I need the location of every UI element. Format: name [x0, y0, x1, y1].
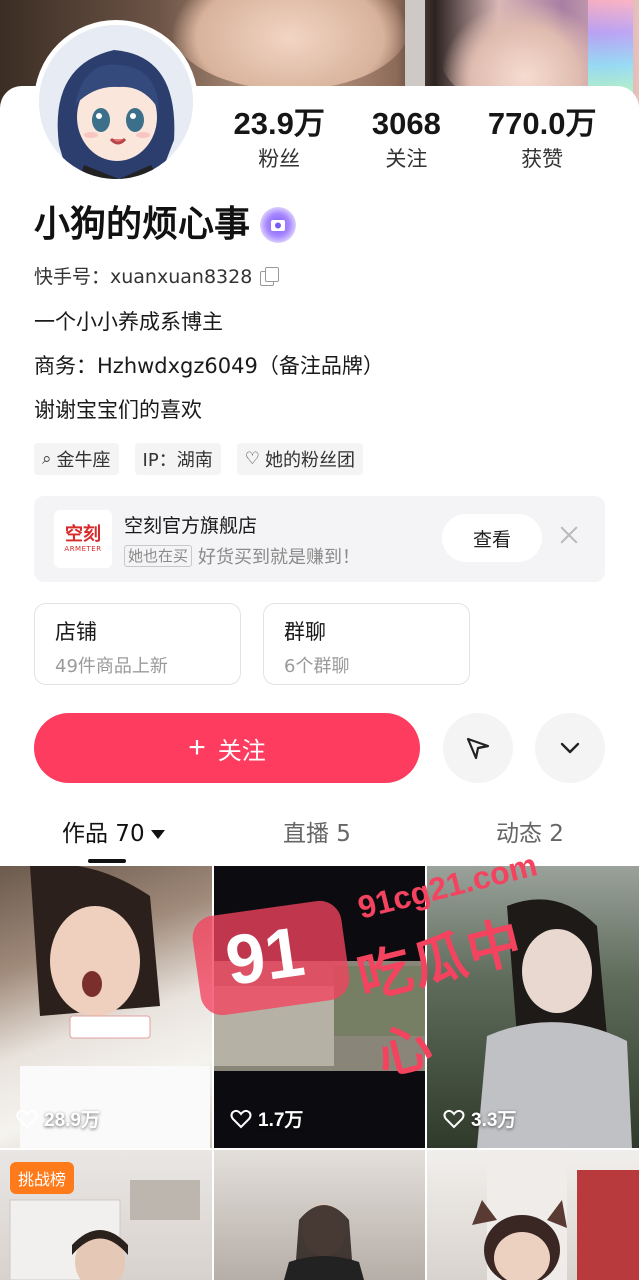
- shop-subtitle: 她也在买 好货买到就是赚到！: [124, 543, 360, 569]
- tag-ip-location[interactable]: IP：湖南: [134, 443, 221, 475]
- like-count: 3.3万: [443, 1105, 516, 1132]
- bio-line: 一个小小养成系博主: [34, 310, 223, 334]
- tab-active-indicator: [88, 859, 126, 863]
- like-count-value: 3.3万: [471, 1110, 517, 1131]
- shop-view-button[interactable]: 查看: [442, 514, 542, 562]
- stat-likes-label: 获赞: [521, 147, 564, 171]
- stat-following-count: 3068: [371, 106, 441, 141]
- more-options-button[interactable]: [535, 713, 605, 783]
- copy-icon[interactable]: [260, 266, 280, 286]
- stat-followers[interactable]: 23.9万 粉丝: [234, 104, 325, 184]
- account-id: 快手号：xuanxuan8328: [34, 266, 253, 288]
- tab-live[interactable]: 直播 5: [283, 814, 351, 848]
- like-count: 28.9万: [16, 1105, 100, 1132]
- tab-moments[interactable]: 动态 2: [496, 814, 564, 848]
- group-chat-entry-card[interactable]: 群聊 6个群聊: [263, 603, 470, 685]
- stat-followers-count: 23.9万: [233, 106, 325, 141]
- chevron-down-icon: [560, 742, 580, 754]
- tag-label: IP：湖南: [142, 450, 213, 471]
- profile-name-row: 小狗的烦心事: [34, 200, 297, 250]
- stat-likes-count: 770.0万: [487, 106, 597, 141]
- search-icon: ⌕: [42, 449, 52, 469]
- profile-stats: 23.9万 粉丝 3068 关注 770.0万 获赞: [210, 104, 620, 184]
- tab-works[interactable]: 作品 70: [62, 814, 165, 848]
- verified-badge-icon[interactable]: [260, 207, 297, 243]
- send-message-button[interactable]: [443, 713, 513, 783]
- store-entry-card[interactable]: 店铺 49件商品上新: [34, 603, 241, 685]
- profile-tags: ⌕ 金牛座 IP：湖南 ♡ 她的粉丝团: [34, 443, 363, 475]
- group-chat-entry-subtitle: 6个群聊: [284, 656, 350, 677]
- stat-following[interactable]: 3068 关注: [372, 104, 441, 184]
- profile-name: 小狗的烦心事: [34, 204, 251, 245]
- store-entry-title: 店铺: [55, 620, 97, 644]
- cover-photo-left: [170, 0, 410, 90]
- like-count-value: 28.9万: [44, 1110, 100, 1131]
- shop-badge: 她也在买: [124, 545, 193, 567]
- heart-outline-icon: [443, 1109, 465, 1128]
- video-thumbnail[interactable]: 3.3万: [427, 866, 639, 1148]
- tab-works-label: 作品 70: [62, 821, 145, 847]
- caret-down-icon: [150, 830, 165, 839]
- video-thumbnail-image: [472, 1150, 639, 1280]
- heart-outline-icon: [230, 1109, 252, 1128]
- shop-logo-subtext: ARMETER: [64, 545, 102, 553]
- bio-line: 谢谢宝宝们的喜欢: [34, 398, 202, 422]
- stat-following-label: 关注: [385, 147, 428, 171]
- plus-icon: +: [188, 731, 206, 764]
- tag-label: 她的粉丝团: [264, 450, 355, 471]
- shop-slogan: 好货买到就是赚到！: [198, 547, 361, 568]
- tab-moments-label: 动态 2: [496, 821, 564, 847]
- follow-button[interactable]: + 关注: [34, 713, 420, 783]
- stat-followers-label: 粉丝: [258, 147, 301, 171]
- video-thumbnail-image: [284, 1204, 364, 1280]
- account-id-row: 快手号：xuanxuan8328: [34, 262, 280, 289]
- bio-line: 商务：Hzhwdxgz6049（备注品牌）: [34, 354, 384, 378]
- tag-fan-club[interactable]: ♡ 她的粉丝团: [236, 443, 363, 475]
- shop-name: 空刻官方旗舰店: [124, 515, 258, 537]
- store-entry-subtitle: 49件商品上新: [55, 656, 168, 677]
- heart-outline-icon: ♡: [244, 449, 260, 469]
- tag-label: 金牛座: [56, 450, 111, 471]
- heart-outline-icon: [16, 1109, 38, 1128]
- shop-logo-text: 空刻: [65, 524, 101, 545]
- like-count-value: 1.7万: [258, 1110, 304, 1131]
- tab-live-label: 直播 5: [283, 821, 351, 847]
- video-thumbnail[interactable]: [214, 1150, 425, 1280]
- video-thumbnail[interactable]: 28.9万: [0, 866, 212, 1148]
- video-thumbnail[interactable]: 挑战榜: [0, 1150, 212, 1280]
- challenge-badge: 挑战榜: [10, 1162, 75, 1194]
- like-count: 1.7万: [230, 1105, 303, 1132]
- stat-likes[interactable]: 770.0万 获赞: [488, 104, 597, 184]
- avatar[interactable]: [34, 20, 198, 184]
- send-icon: [466, 737, 490, 760]
- tag-zodiac[interactable]: ⌕ 金牛座: [34, 443, 119, 475]
- shop-promo-banner[interactable]: 空刻 ARMETER 空刻官方旗舰店 她也在买 好货买到就是赚到！ 查看: [34, 496, 605, 582]
- content-tabs: 作品 70 直播 5 动态 2: [0, 806, 639, 866]
- video-thumbnail[interactable]: [427, 1150, 639, 1280]
- group-chat-entry-title: 群聊: [284, 620, 326, 644]
- follow-label: 关注: [217, 737, 266, 765]
- shop-logo: 空刻 ARMETER: [54, 510, 112, 568]
- video-grid: 28.9万 1.7万 3.3万 挑战榜: [0, 866, 639, 1280]
- video-thumbnail[interactable]: 1.7万: [214, 866, 425, 1148]
- close-icon[interactable]: [558, 524, 580, 546]
